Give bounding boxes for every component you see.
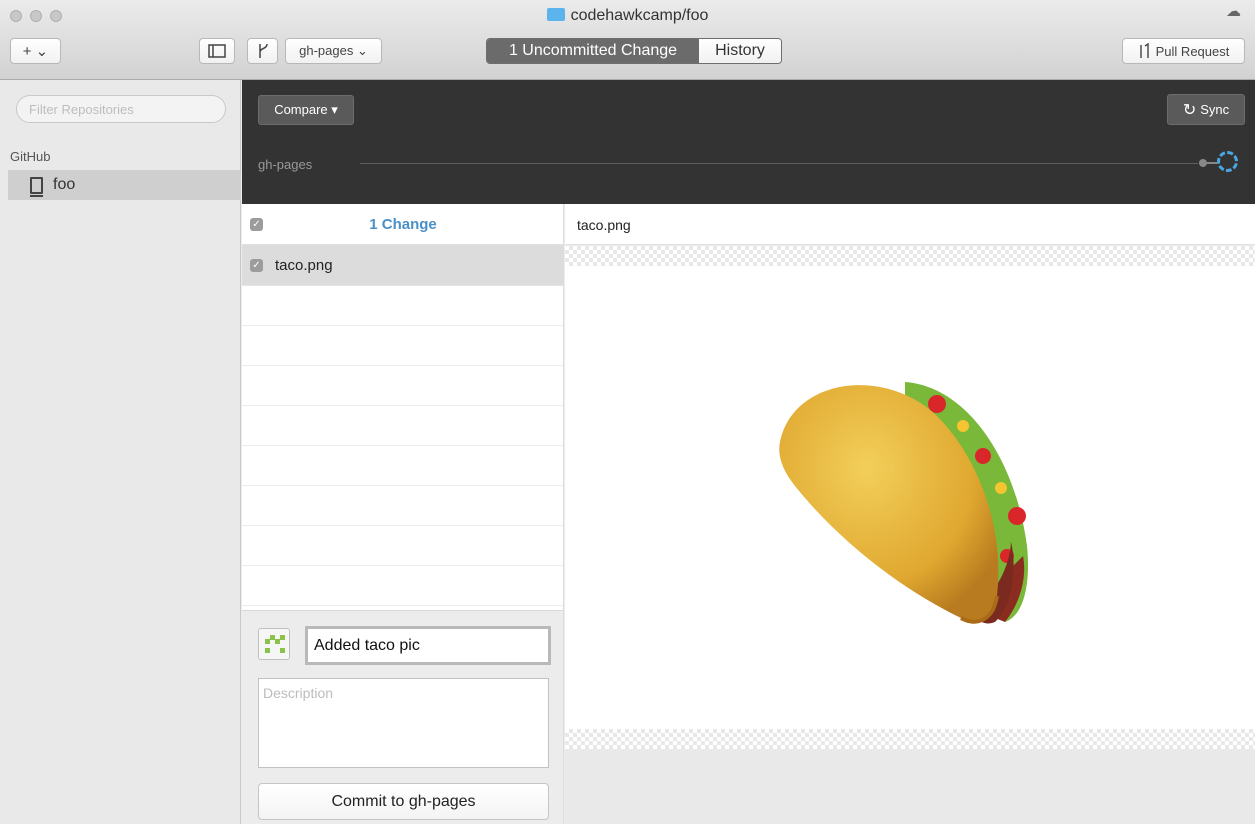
folder-icon (546, 8, 565, 21)
image-preview (565, 266, 1255, 729)
compare-button[interactable]: Compare ▾ (258, 95, 354, 125)
timeline-commit-dot[interactable] (1199, 159, 1207, 167)
branch-select[interactable]: gh-pages ⌄ (285, 38, 382, 64)
diff-view: taco.png (565, 204, 1255, 824)
uncommitted-ring-icon[interactable] (1217, 151, 1238, 172)
list-item (242, 566, 563, 606)
changes-header: ✓ 1 Change (242, 204, 563, 245)
transparency-checker-bottom (565, 729, 1255, 749)
sync-icon: ↻ (1182, 101, 1197, 119)
branch-name-label: gh-pages (258, 157, 313, 172)
sidebar-section-label: GitHub (10, 149, 51, 164)
tab-history[interactable]: History (699, 39, 781, 63)
commit-summary-input[interactable] (305, 626, 551, 665)
commit-button[interactable]: Commit to gh-pages (258, 783, 549, 820)
branch-bar: Compare ▾ ↻ Sync gh-pages (242, 80, 1255, 204)
changes-list: ✓ 1 Change ✓ taco.png (242, 204, 564, 610)
window-title: codehawkcamp/foo (0, 7, 1255, 25)
list-item (242, 286, 563, 326)
tab-uncommitted-changes[interactable]: 1 Uncommitted Change (487, 39, 699, 63)
sync-button[interactable]: ↻ Sync (1167, 94, 1245, 125)
toggle-sidebar-button[interactable] (199, 38, 235, 64)
diff-file-name: taco.png (565, 204, 1255, 245)
new-branch-button[interactable] (247, 38, 278, 64)
pull-request-icon (1139, 43, 1149, 58)
timeline-link (1207, 162, 1217, 164)
repo-book-icon (30, 176, 43, 197)
list-item (242, 446, 563, 486)
transparency-checker-top (565, 246, 1255, 266)
window-toolbar: codehawkcamp/foo ☁ + ⌄ gh-pages ⌄ 1 Unco… (0, 0, 1255, 80)
view-tabs: 1 Uncommitted Change History (486, 38, 782, 64)
file-name: taco.png (275, 257, 333, 274)
changes-count: 1 Change (369, 216, 437, 233)
file-row-taco[interactable]: ✓ taco.png (242, 245, 563, 286)
taco-image (779, 382, 1029, 624)
cloud-icon[interactable]: ☁ (1226, 2, 1241, 20)
commit-timeline[interactable] (360, 163, 1198, 164)
sidebar: GitHub foo (0, 80, 241, 824)
list-item (242, 406, 563, 446)
file-checkbox[interactable]: ✓ (250, 259, 263, 272)
list-item (242, 366, 563, 406)
list-item (242, 486, 563, 526)
commit-description-field[interactable] (258, 678, 549, 768)
avatar (258, 628, 290, 660)
list-item (242, 526, 563, 566)
sidebar-item-foo[interactable]: foo (8, 170, 241, 200)
branch-icon (258, 43, 268, 58)
add-menu-button[interactable]: + ⌄ (10, 38, 61, 64)
sidebar-icon (208, 44, 226, 58)
list-item (242, 326, 563, 366)
pull-request-button[interactable]: Pull Request (1122, 38, 1245, 64)
filter-repositories-input[interactable] (16, 95, 226, 123)
commit-panel: Commit to gh-pages (242, 610, 564, 824)
